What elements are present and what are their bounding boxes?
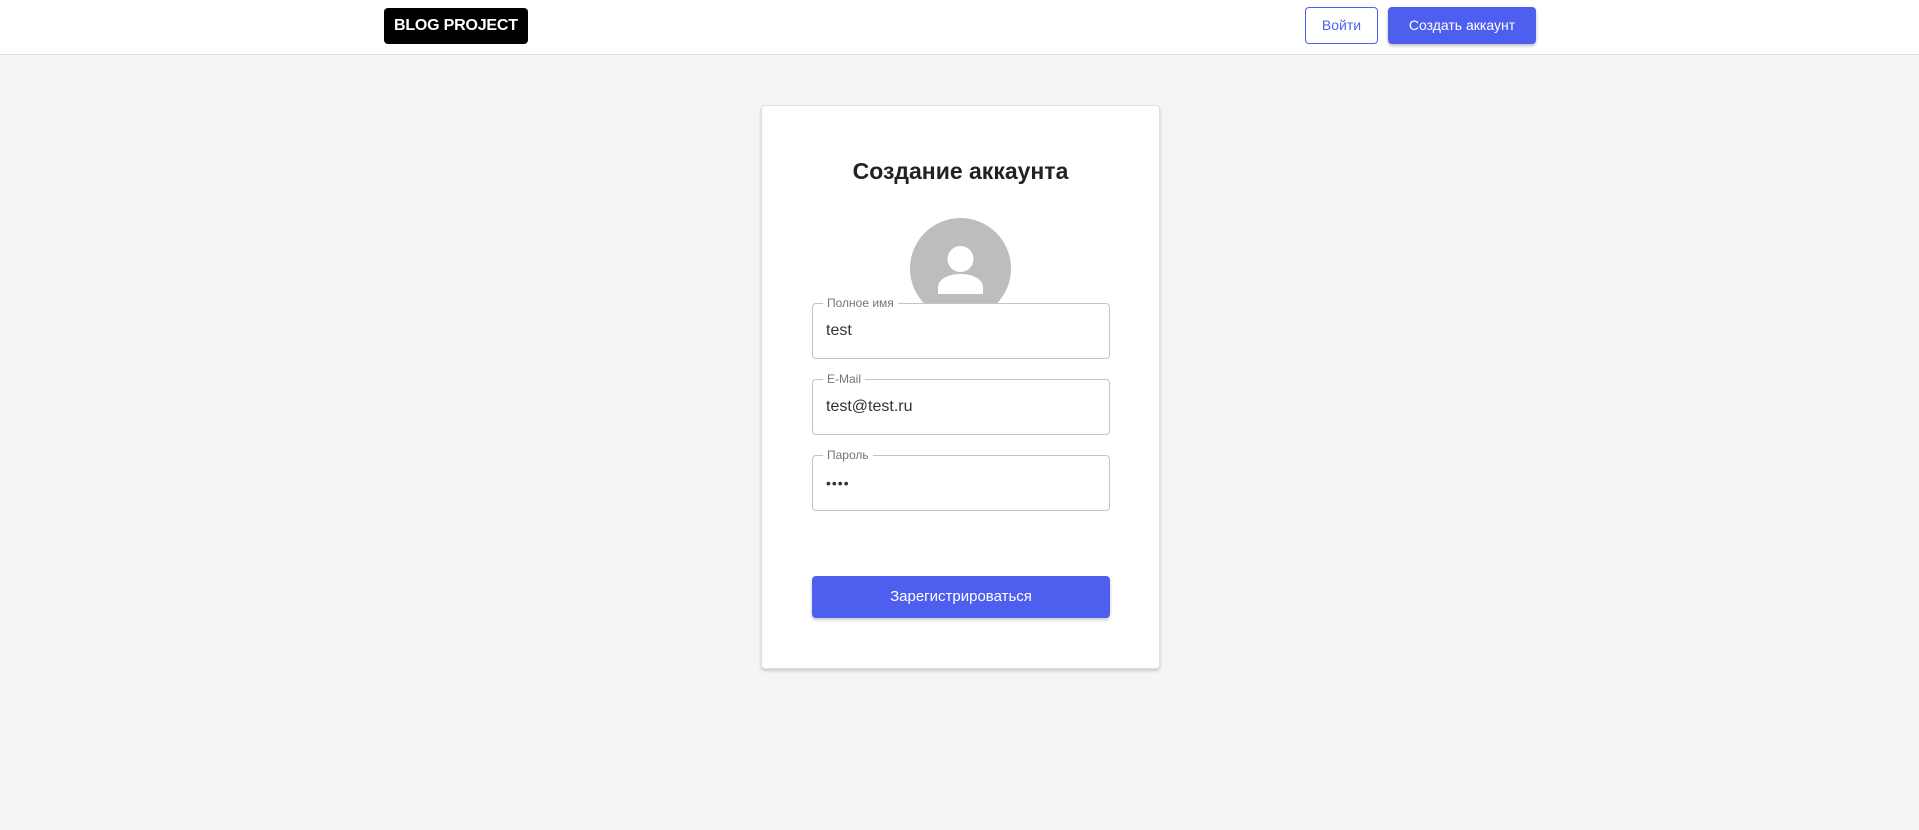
full-name-field[interactable]: Полное имя test [812,295,1110,359]
full-name-value[interactable]: test [826,321,852,341]
login-button[interactable]: Войти [1305,7,1378,44]
password-value[interactable]: •••• [826,473,850,493]
create-account-button[interactable]: Создать аккаунт [1388,7,1536,44]
email-value[interactable]: test@test.ru [826,397,913,417]
full-name-label: Полное имя [823,295,898,311]
password-label: Пароль [823,447,873,463]
top-header: BLOG PROJECT Войти Создать аккаунт [0,0,1919,55]
logo[interactable]: BLOG PROJECT [384,8,528,44]
register-submit-button[interactable]: Зарегистрироваться [812,576,1110,618]
email-label: E-Mail [823,371,866,387]
email-field[interactable]: E-Mail test@test.ru [812,371,1110,435]
page-title: Создание аккаунта [852,158,1069,184]
password-field[interactable]: Пароль •••• [812,447,1110,511]
registration-card: Создание аккаунта Полное имя test E-Mail… [761,105,1160,669]
